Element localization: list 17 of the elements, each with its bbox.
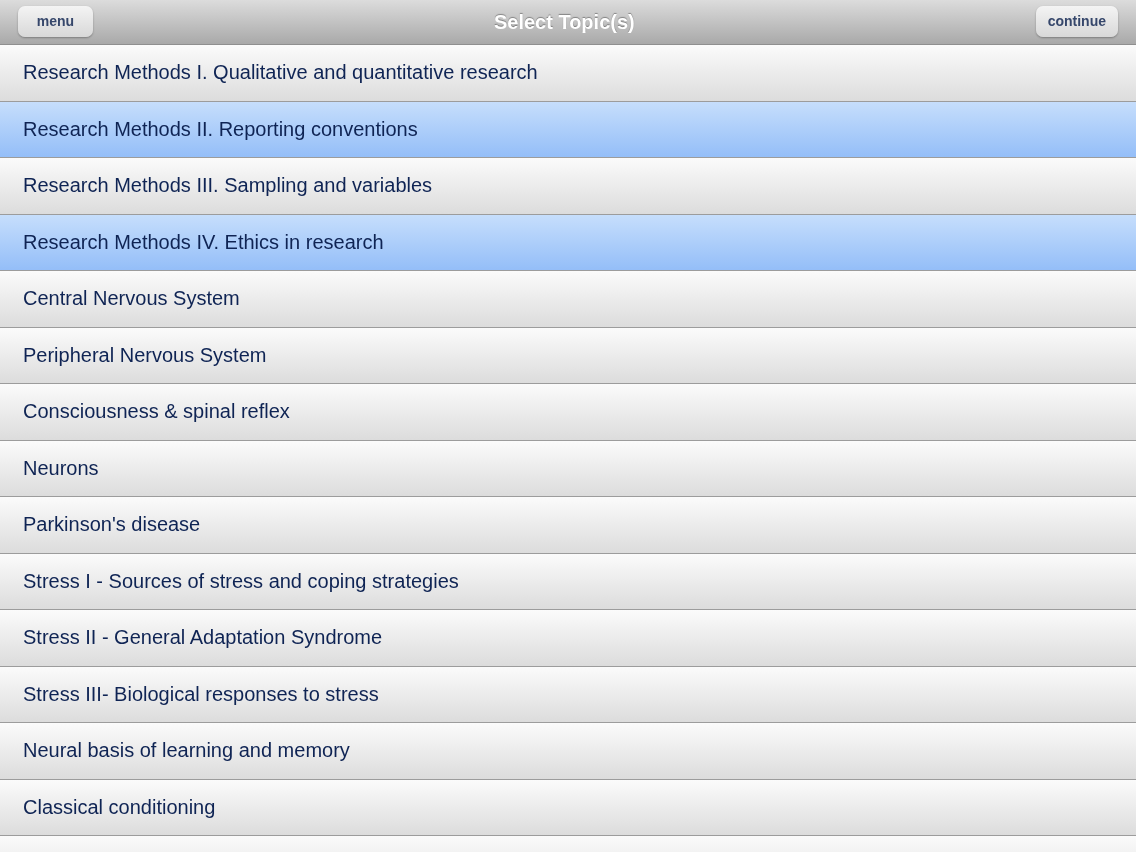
topic-row[interactable]: Neurons [0,440,1136,497]
topic-row[interactable]: Stress II - General Adaptation Syndrome [0,610,1136,667]
topic-row[interactable]: Peripheral Nervous System [0,327,1136,384]
menu-button[interactable]: menu [18,5,93,37]
topic-row[interactable]: Research Methods IV. Ethics in research [0,214,1136,271]
topic-row[interactable]: Classical conditioning [0,779,1136,836]
topic-row[interactable]: Research Methods III. Sampling and variables [0,158,1136,215]
topic-row[interactable]: Neural basis of learning and memory [0,723,1136,780]
continue-button[interactable]: continue [1035,5,1118,37]
topic-row[interactable]: Stress III- Biological responses to stress [0,666,1136,723]
screen-title: Select Topic(s) [493,10,635,34]
topic-row[interactable]: Research Methods I. Qualitative and quantitative research [0,45,1136,102]
topic-row[interactable]: Research Methods II. Reporting conventions [0,101,1136,158]
topic-row[interactable]: Central Nervous System [0,271,1136,328]
topic-row[interactable]: Stress I - Sources of stress and coping strategies [0,553,1136,610]
topic-row[interactable]: Consciousness & spinal reflex [0,384,1136,441]
topic-row[interactable]: Parkinson's disease [0,497,1136,554]
